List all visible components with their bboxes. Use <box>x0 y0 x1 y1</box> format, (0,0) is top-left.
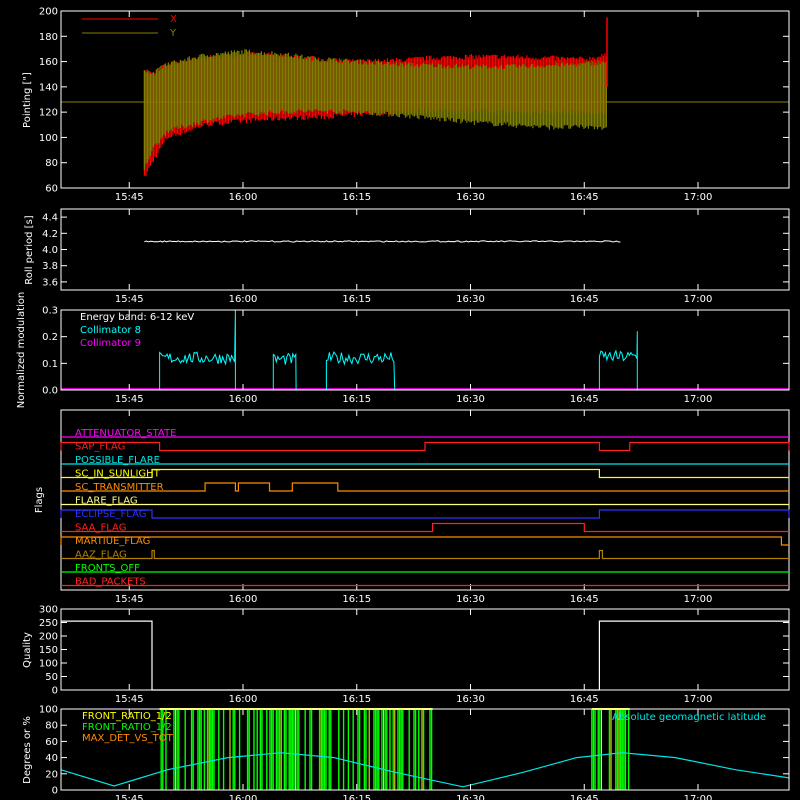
geomag-legend-front-ratio-2: FRONT_RATIO_1/2 <box>82 722 172 733</box>
roll-xtick-label: 15:45 <box>115 294 144 305</box>
geomag-ytick-label: 0 <box>52 786 58 797</box>
modulation-xtick-label: 16:45 <box>570 394 599 405</box>
pointing-xtick-label: 16:15 <box>342 192 371 203</box>
pointing-ytick-label: 120 <box>39 108 58 119</box>
quality-xtick-label: 16:45 <box>570 694 599 705</box>
geomag-ytick-label: 60 <box>45 737 58 748</box>
flags-xtick-label: 17:00 <box>684 594 713 605</box>
quality-xtick-label: 17:00 <box>684 694 713 705</box>
flags-ylabel: Flags <box>34 487 45 513</box>
figure: Pointing ["] X Y 15:45 16:00 16:15 16:30 16:… <box>0 0 800 800</box>
flags-xtick-label: 16:45 <box>570 594 599 605</box>
flags-xtick-label: 15:45 <box>115 594 144 605</box>
pointing-ytick-label: 160 <box>39 57 58 68</box>
geomag-xtick-label: 16:15 <box>342 794 371 800</box>
roll-ytick-label: 3.6 <box>42 277 58 288</box>
roll-ytick-label: 4.2 <box>42 229 58 240</box>
modulation-xtick-label: 17:00 <box>684 394 713 405</box>
modulation-legend-c9: Collimator 9 <box>80 338 141 349</box>
roll-ylabel: Roll period [s] <box>24 215 35 284</box>
pointing-ylabel: Pointing ["] <box>22 72 33 128</box>
modulation-ylabel: Normalized modulation <box>16 292 27 409</box>
flags-xtick-label: 16:00 <box>229 594 258 605</box>
quality-ytick-label: 0 <box>52 686 58 697</box>
pointing-xtick-label: 15:45 <box>115 192 144 203</box>
geomag-ylabel: Degrees or % <box>22 716 33 784</box>
geomag-ytick-label: 40 <box>45 753 58 764</box>
pointing-xtick-label: 17:00 <box>684 192 713 203</box>
geomag-xtick-label: 16:30 <box>456 794 485 800</box>
geomag-legend-max-det: MAX_DET_VS_TOT <box>82 733 174 744</box>
pointing-legend-y: Y <box>169 28 177 39</box>
quality-ytick-label: 250 <box>39 618 58 629</box>
modulation-xtick-label: 16:15 <box>342 394 371 405</box>
pointing-ytick-label: 140 <box>39 82 58 93</box>
quality-xtick-label: 15:45 <box>115 694 144 705</box>
flags-xtick-label: 16:15 <box>342 594 371 605</box>
quality-ytick-label: 50 <box>45 672 58 683</box>
pointing-ytick-label: 80 <box>45 158 58 169</box>
roll-ytick-label: 4.0 <box>42 245 58 256</box>
roll-ytick-label: 3.8 <box>42 261 58 272</box>
flag-label: ECLIPSE_FLAG <box>75 509 146 520</box>
quality-xtick-label: 16:30 <box>456 694 485 705</box>
modulation-annotation: Energy band: 6-12 keV <box>80 312 194 323</box>
roll-ytick-label: 4.4 <box>42 213 58 224</box>
pointing-xtick-label: 16:45 <box>570 192 599 203</box>
modulation-ytick-label: 0.0 <box>42 386 58 397</box>
modulation-ytick-label: 0.2 <box>42 332 58 343</box>
geomag-ytick-label: 80 <box>45 721 58 732</box>
modulation-xtick-label: 16:00 <box>229 394 258 405</box>
roll-xtick-label: 16:45 <box>570 294 599 305</box>
modulation-xtick-label: 16:30 <box>456 394 485 405</box>
quality-ytick-label: 100 <box>39 659 58 670</box>
flags-xtick-label: 16:30 <box>456 594 485 605</box>
flag-label: MARTIUE_FLAG <box>75 536 150 547</box>
quality-ytick-label: 200 <box>39 632 58 643</box>
modulation-legend-c8: Collimator 8 <box>80 325 141 336</box>
pointing-legend-x: X <box>170 14 177 25</box>
geomag-legend-latitude: Absolute geomagnetic latitude <box>612 712 766 723</box>
pointing-xtick-label: 16:00 <box>229 192 258 203</box>
geomag-ytick-label: 100 <box>39 705 58 716</box>
quality-xtick-label: 16:00 <box>229 694 258 705</box>
geomag-xtick-label: 16:45 <box>570 794 599 800</box>
roll-xtick-label: 16:15 <box>342 294 371 305</box>
geomag-ytick-label: 20 <box>45 769 58 780</box>
quality-ytick-label: 300 <box>39 605 58 616</box>
pointing-ytick-label: 200 <box>39 7 58 18</box>
geomag-legend-front-ratio-1: FRONT_RATIO_1/2 <box>82 711 172 722</box>
modulation-ytick-label: 0.3 <box>42 306 58 317</box>
pointing-xtick-label: 16:30 <box>456 192 485 203</box>
pointing-ytick-label: 60 <box>45 184 58 195</box>
modulation-ytick-label: 0.1 <box>42 359 58 370</box>
quality-ytick-label: 150 <box>39 645 58 656</box>
geomag-xtick-label: 15:45 <box>115 794 144 800</box>
modulation-xtick-label: 15:45 <box>115 394 144 405</box>
roll-xtick-label: 16:00 <box>229 294 258 305</box>
geomag-xtick-label: 17:00 <box>684 794 713 800</box>
roll-xtick-label: 16:30 <box>456 294 485 305</box>
pointing-ytick-label: 100 <box>39 133 58 144</box>
roll-xtick-label: 17:00 <box>684 294 713 305</box>
quality-ylabel: Quality <box>22 632 33 668</box>
flag-label: SAP_FLAG <box>75 442 125 453</box>
geomag-xtick-label: 16:00 <box>229 794 258 800</box>
quality-xtick-label: 16:15 <box>342 694 371 705</box>
pointing-ytick-label: 180 <box>39 32 58 43</box>
